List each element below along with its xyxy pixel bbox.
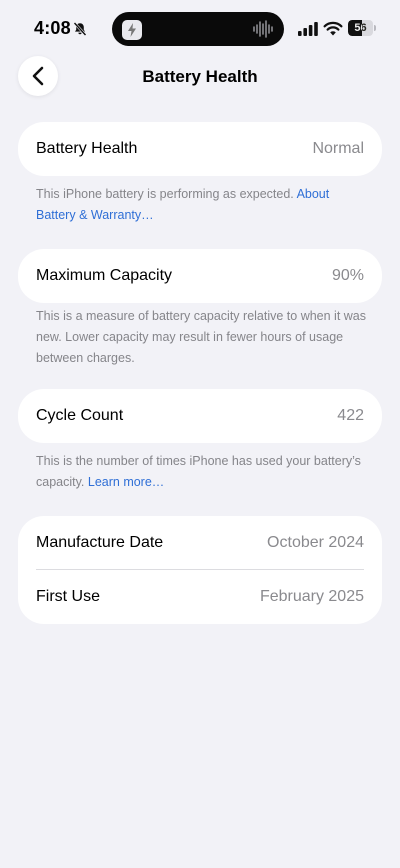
battery-health-footnote-text: This iPhone battery is performing as exp… xyxy=(36,187,297,201)
status-time: 4:08 xyxy=(34,18,71,38)
dynamic-island[interactable] xyxy=(112,12,284,46)
audio-waveform-icon xyxy=(253,20,273,38)
wifi-icon xyxy=(323,21,343,36)
cycle-count-footnote-text: This is the number of times iPhone has u… xyxy=(36,454,361,489)
cycle-count-footnote: This is the number of times iPhone has u… xyxy=(36,451,366,493)
maximum-capacity-footnote-text: This is a measure of battery capacity re… xyxy=(36,309,367,365)
cycle-count-label: Cycle Count xyxy=(36,407,124,424)
maximum-capacity-row: Maximum Capacity 90% xyxy=(18,249,382,303)
cycle-count-row: Cycle Count 422 xyxy=(18,389,382,443)
first-use-value: February 2025 xyxy=(259,588,364,605)
learn-more-link[interactable]: Learn more… xyxy=(88,475,164,489)
maximum-capacity-footnote: This is a measure of battery capacity re… xyxy=(36,306,366,369)
maximum-capacity-label: Maximum Capacity xyxy=(36,267,173,284)
dates-card: Manufacture Date October 2024 First Use … xyxy=(18,516,382,624)
screen: 4:08 56 Battery Health Battery Health No… xyxy=(0,0,400,868)
battery-health-card: Battery Health Normal xyxy=(18,122,382,176)
battery-health-value: Normal xyxy=(312,140,364,157)
manufacture-date-value: October 2024 xyxy=(267,534,364,551)
cycle-count-value: 422 xyxy=(337,407,364,424)
battery-health-footnote: This iPhone battery is performing as exp… xyxy=(36,184,366,226)
page-title: Battery Health xyxy=(142,67,258,86)
battery-icon: 56 xyxy=(348,20,378,36)
lightning-app-icon xyxy=(122,20,142,40)
battery-level: 56 xyxy=(354,22,367,34)
cellular-signal-icon xyxy=(298,22,318,36)
manufacture-date-row: Manufacture Date October 2024 xyxy=(18,516,382,570)
first-use-label: First Use xyxy=(36,588,100,605)
manufacture-date-label: Manufacture Date xyxy=(36,534,164,551)
cycle-count-card: Cycle Count 422 xyxy=(18,389,382,443)
maximum-capacity-card: Maximum Capacity 90% xyxy=(18,249,382,303)
battery-health-label: Battery Health xyxy=(36,140,138,157)
first-use-row: First Use February 2025 xyxy=(18,570,382,624)
status-bar: 4:08 56 xyxy=(0,0,400,58)
maximum-capacity-value: 90% xyxy=(331,267,364,284)
battery-health-row: Battery Health Normal xyxy=(18,122,382,176)
battery-body: 56 xyxy=(348,20,373,36)
bell-slash-icon xyxy=(73,22,87,36)
battery-cap xyxy=(374,25,376,31)
